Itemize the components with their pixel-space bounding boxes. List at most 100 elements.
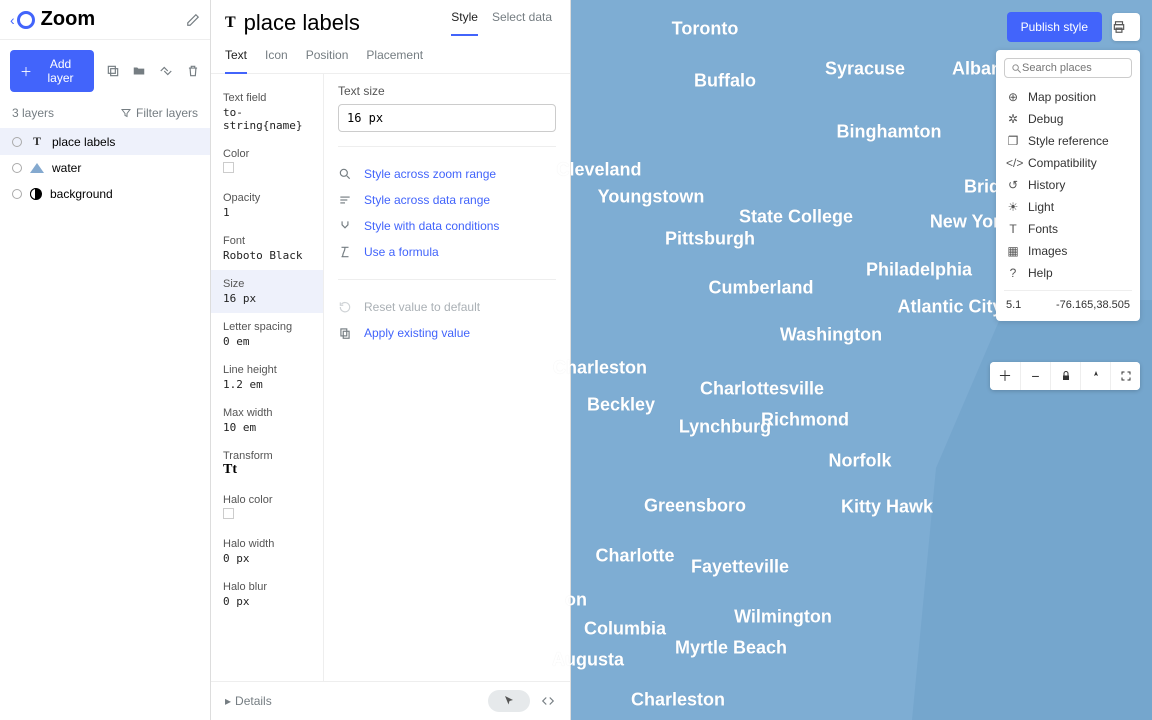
prop-transform[interactable]: Transform Tt xyxy=(211,442,323,486)
visibility-toggle-icon[interactable] xyxy=(12,163,22,173)
panel-item-help[interactable]: ?Help xyxy=(1004,262,1132,284)
city-label: Charleston xyxy=(553,358,647,379)
reset-icon xyxy=(338,300,354,314)
properties-panel: T place labels Style Select data Text Ic… xyxy=(211,0,571,720)
layer-item-water[interactable]: water xyxy=(0,155,210,181)
details-toggle[interactable]: ▸ Details xyxy=(225,694,272,708)
city-label: Lynchburg xyxy=(679,417,771,438)
zoom-out-button[interactable]: − xyxy=(1020,362,1050,390)
zoom-level: 5.1 xyxy=(1006,299,1021,311)
properties-header: T place labels Style Select data xyxy=(211,0,570,36)
prop-size[interactable]: Size 16 px xyxy=(211,270,323,313)
visibility-toggle-icon[interactable] xyxy=(12,189,22,199)
city-label: Binghamton xyxy=(837,122,942,143)
duplicate-icon[interactable] xyxy=(106,64,120,78)
option-formula[interactable]: Use a formula xyxy=(338,239,556,265)
add-layer-button[interactable]: ＋ Add layer xyxy=(10,50,94,92)
prop-text-field[interactable]: Text field to-string{name} xyxy=(211,84,323,140)
prop-line-height[interactable]: Line height 1.2 em xyxy=(211,356,323,399)
prop-value: 0 px xyxy=(223,552,311,565)
tab-placement[interactable]: Placement xyxy=(366,48,423,73)
visibility-toggle-icon[interactable] xyxy=(12,137,22,147)
text-size-input[interactable] xyxy=(338,104,556,132)
project-name: Zoom xyxy=(41,8,186,31)
option-style-data-conditions[interactable]: Style with data conditions xyxy=(338,213,556,239)
prop-color[interactable]: Color xyxy=(211,140,323,184)
search-places-input[interactable] xyxy=(1022,62,1125,74)
layer-item-background[interactable]: background xyxy=(0,181,210,207)
fullscreen-button[interactable] xyxy=(1110,362,1140,390)
pointer-mode-toggle[interactable] xyxy=(488,690,530,712)
tab-position[interactable]: Position xyxy=(306,48,349,73)
help-icon: ? xyxy=(1006,266,1020,280)
zoom-range-icon xyxy=(338,167,354,181)
panel-item-label: Debug xyxy=(1028,112,1063,126)
panel-item-light[interactable]: ☀Light xyxy=(1004,196,1132,218)
group-icon[interactable] xyxy=(158,64,174,78)
panel-item-fonts[interactable]: TFonts xyxy=(1004,218,1132,240)
panel-item-map-position[interactable]: ⊕Map position xyxy=(1004,86,1132,108)
map-canvas[interactable]: TorontoBuffaloSyracuseAlbanyClevelandBin… xyxy=(571,0,1152,720)
history-icon: ↺ xyxy=(1006,178,1020,192)
tab-icon[interactable]: Icon xyxy=(265,48,288,73)
option-label: Style across data range xyxy=(364,193,490,207)
print-button[interactable] xyxy=(1112,13,1140,41)
zoom-in-button[interactable]: ＋ xyxy=(990,362,1020,390)
left-sidebar: ‹ Zoom ＋ Add layer 3 layers Filter xyxy=(0,0,211,720)
city-label: Charleston xyxy=(631,690,725,711)
city-label: State College xyxy=(739,207,853,228)
layer-name: background xyxy=(50,187,113,201)
color-swatch-icon xyxy=(223,162,234,173)
edit-name-icon[interactable] xyxy=(186,13,200,27)
prop-max-width[interactable]: Max width 10 em xyxy=(211,399,323,442)
prop-label: Text field xyxy=(223,92,311,104)
panel-item-images[interactable]: ▦Images xyxy=(1004,240,1132,262)
tab-style[interactable]: Style xyxy=(451,10,478,36)
option-style-zoom-range[interactable]: Style across zoom range xyxy=(338,161,556,187)
folder-icon[interactable] xyxy=(132,64,146,78)
panel-item-style-reference[interactable]: ❐ Style reference xyxy=(1004,130,1132,152)
panel-item-history[interactable]: ↺ History xyxy=(1004,174,1132,196)
panel-item-compatibility[interactable]: </>Compatibility xyxy=(1004,152,1132,174)
data-range-icon xyxy=(338,193,354,207)
prop-font[interactable]: Font Roboto Black xyxy=(211,227,323,270)
compass-button[interactable] xyxy=(1080,362,1110,390)
lock-button[interactable] xyxy=(1050,362,1080,390)
option-label: Reset value to default xyxy=(364,300,480,314)
style-reference-icon: ❐ xyxy=(1006,134,1020,148)
tab-text[interactable]: Text xyxy=(225,48,247,74)
city-label: Toronto xyxy=(672,19,739,40)
layer-item-place-labels[interactable]: T place labels xyxy=(0,128,210,155)
prop-label: Transform xyxy=(223,450,311,462)
panel-item-label: History xyxy=(1028,178,1065,192)
option-apply-existing[interactable]: Apply existing value xyxy=(338,320,556,346)
prop-opacity[interactable]: Opacity 1 xyxy=(211,184,323,227)
panel-item-debug[interactable]: ✲Debug xyxy=(1004,108,1132,130)
city-label: Cumberland xyxy=(708,278,813,299)
option-style-data-range[interactable]: Style across data range xyxy=(338,187,556,213)
map-options-panel: ⊕Map position✲Debug ❐ Style reference </>Co… xyxy=(996,50,1140,321)
prop-halo-color[interactable]: Halo color xyxy=(211,486,323,530)
panel-item-label: Style reference xyxy=(1028,134,1109,148)
publish-button[interactable]: Publish style xyxy=(1007,12,1102,42)
prop-letter-spacing[interactable]: Letter spacing 0 em xyxy=(211,313,323,356)
prop-value: 1.2 em xyxy=(223,378,311,391)
back-icon[interactable]: ‹ xyxy=(10,12,15,28)
prop-value: 0 px xyxy=(223,595,311,608)
tab-select-data[interactable]: Select data xyxy=(492,10,552,36)
option-reset-default[interactable]: Reset value to default xyxy=(338,294,556,320)
json-view-icon[interactable] xyxy=(540,694,556,708)
panel-item-label: Map position xyxy=(1028,90,1096,104)
filter-layers-button[interactable]: Filter layers xyxy=(120,106,198,120)
option-label: Use a formula xyxy=(364,245,439,259)
color-swatch-icon xyxy=(223,508,234,519)
zoom-controls: ＋ − xyxy=(990,362,1140,390)
prop-halo-blur[interactable]: Halo blur 0 px xyxy=(211,573,323,616)
option-label: Style with data conditions xyxy=(364,219,499,233)
coord-bar: 5.1 -76.165,38.505 xyxy=(1004,290,1132,313)
prop-halo-width[interactable]: Halo width 0 px xyxy=(211,530,323,573)
delete-icon[interactable] xyxy=(186,64,200,78)
prop-label: Opacity xyxy=(223,192,311,204)
city-label: Charlotte xyxy=(595,546,674,567)
details-label: Details xyxy=(235,694,272,708)
